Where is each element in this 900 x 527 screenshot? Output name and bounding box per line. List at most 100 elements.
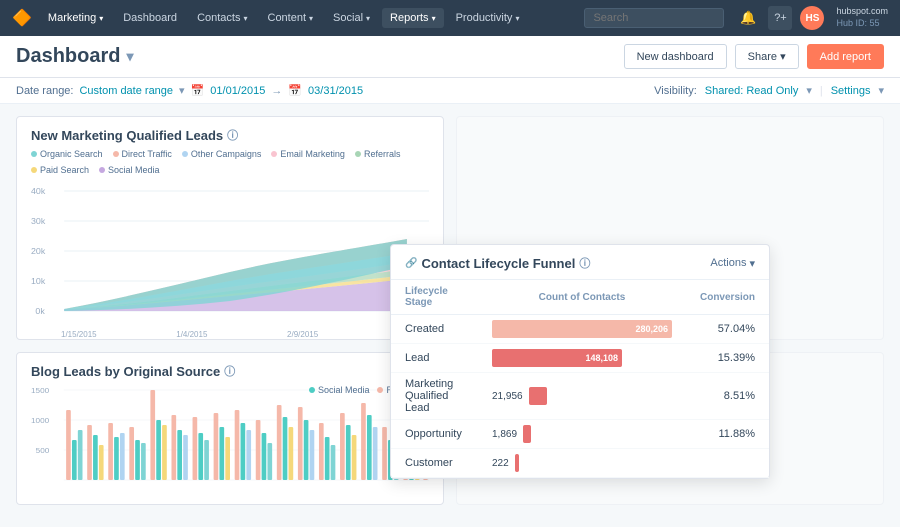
bar-cell: 1,869 bbox=[478, 420, 686, 449]
mql-legend: Organic Search Direct Traffic Other Camp… bbox=[17, 149, 443, 181]
social-caret-icon: ▾ bbox=[366, 14, 370, 23]
nav-item-social[interactable]: Social ▾ bbox=[325, 8, 378, 28]
date-range-label: Date range: bbox=[16, 85, 73, 97]
legend-direct: Direct Traffic bbox=[113, 149, 172, 159]
link-icon: 🔗 bbox=[405, 258, 417, 269]
settings-link[interactable]: Settings bbox=[831, 85, 871, 97]
reports-caret-icon: ▾ bbox=[432, 14, 436, 23]
page-title[interactable]: Dashboard ▾ bbox=[16, 45, 134, 68]
dashboard-caret-icon: ▾ bbox=[126, 48, 133, 65]
svg-text:500: 500 bbox=[36, 447, 50, 455]
blog-legend-social: Social Media bbox=[309, 385, 370, 395]
date-range-type[interactable]: Custom date range bbox=[79, 85, 173, 97]
header-actions: New dashboard Share ▾ Add report bbox=[624, 44, 884, 69]
stage-label: Lead bbox=[391, 344, 478, 373]
top-navigation: 🔶 Marketing ▾ Dashboard Contacts ▾ Conte… bbox=[0, 0, 900, 36]
visibility-label: Visibility: bbox=[654, 85, 697, 97]
paid-dot bbox=[31, 167, 37, 173]
funnel-bar bbox=[515, 454, 519, 472]
blog-social-dot bbox=[309, 387, 315, 393]
blog-card: Blog Leads by Original Source ⓘ Social M… bbox=[16, 352, 444, 505]
filter-right: Visibility: Shared: Read Only ▾ | Settin… bbox=[654, 84, 884, 97]
filter-arrow-icon: ▾ bbox=[179, 84, 185, 97]
actions-caret-icon: ▾ bbox=[749, 257, 755, 270]
legend-social: Social Media bbox=[99, 165, 160, 175]
bar-wrap: 148,108 bbox=[492, 349, 672, 367]
visibility-caret-icon: ▾ bbox=[806, 84, 812, 97]
dashboard-body: New Marketing Qualified Leads ⓘ Organic … bbox=[0, 104, 900, 517]
blog-referrals-dot bbox=[377, 387, 383, 393]
content-caret-icon: ▾ bbox=[309, 14, 313, 23]
bar-wrap: 21,956 bbox=[492, 387, 672, 405]
funnel-header: 🔗 Contact Lifecycle Funnel ⓘ Actions ▾ bbox=[391, 245, 769, 280]
col-count: Count of Contacts bbox=[478, 280, 686, 315]
other-dot bbox=[182, 151, 188, 157]
nav-item-content[interactable]: Content ▾ bbox=[260, 8, 322, 28]
avatar[interactable]: HS bbox=[800, 6, 824, 30]
add-report-button[interactable]: Add report bbox=[807, 44, 884, 69]
bar-cell: 148,108 bbox=[478, 344, 686, 373]
funnel-card: 🔗 Contact Lifecycle Funnel ⓘ Actions ▾ L… bbox=[390, 244, 770, 479]
funnel-table: Lifecycle Stage Count of Contacts Conver… bbox=[391, 280, 769, 478]
stage-label: Created bbox=[391, 315, 478, 344]
notifications-icon[interactable]: 🔔 bbox=[736, 6, 760, 30]
bar-cell: 280,206 bbox=[478, 315, 686, 344]
search-input[interactable] bbox=[584, 8, 724, 28]
referrals-dot bbox=[355, 151, 361, 157]
col-conversion: Conversion bbox=[686, 280, 769, 315]
visibility-value[interactable]: Shared: Read Only bbox=[705, 85, 799, 97]
funnel-info-icon[interactable]: ⓘ bbox=[579, 255, 590, 271]
mql-info-icon[interactable]: ⓘ bbox=[227, 127, 238, 143]
table-row: Created 280,206 57.04% bbox=[391, 315, 769, 344]
nav-icons-group: 🔔 ?+ HS hubspot.com Hub ID: 55 bbox=[736, 6, 888, 30]
table-row: Marketing Qualified Lead 21,956 8.51% bbox=[391, 373, 769, 420]
direct-dot bbox=[113, 151, 119, 157]
new-dashboard-button[interactable]: New dashboard bbox=[624, 44, 727, 69]
nav-item-contacts[interactable]: Contacts ▾ bbox=[189, 8, 255, 28]
conversion-value: 11.88% bbox=[686, 420, 769, 449]
nav-item-marketing[interactable]: Marketing ▾ bbox=[40, 8, 111, 28]
nav-item-reports[interactable]: Reports ▾ bbox=[382, 8, 444, 28]
productivity-caret-icon: ▾ bbox=[515, 14, 519, 23]
nav-item-productivity[interactable]: Productivity ▾ bbox=[448, 8, 528, 28]
svg-text:40k: 40k bbox=[31, 186, 46, 195]
bar-wrap: 222 bbox=[492, 454, 672, 472]
settings-caret-icon: ▾ bbox=[878, 84, 884, 97]
funnel-bar bbox=[523, 425, 531, 443]
col-stage: Lifecycle Stage bbox=[391, 280, 478, 315]
conversion-value bbox=[686, 449, 769, 478]
svg-text:30k: 30k bbox=[31, 216, 46, 225]
nav-item-dashboard[interactable]: Dashboard bbox=[115, 8, 185, 28]
legend-other: Other Campaigns bbox=[182, 149, 262, 159]
stage-label: Marketing Qualified Lead bbox=[391, 373, 478, 420]
legend-organic: Organic Search bbox=[31, 149, 103, 159]
filter-bar: Date range: Custom date range ▾ 📅 01/01/… bbox=[0, 78, 900, 104]
funnel-bar: 148,108 bbox=[492, 349, 622, 367]
blog-chart-svg: 1500 1000 500 bbox=[31, 385, 429, 495]
stage-label: Customer bbox=[391, 449, 478, 478]
table-row: Lead 148,108 15.39% bbox=[391, 344, 769, 373]
table-row: Customer 222 bbox=[391, 449, 769, 478]
funnel-bar: 280,206 bbox=[492, 320, 672, 338]
bar-wrap: 1,869 bbox=[492, 425, 672, 443]
mql-chart-svg: 40k 30k 20k 10k 0k bbox=[31, 181, 429, 331]
bar-cell: 222 bbox=[478, 449, 686, 478]
end-date[interactable]: 03/31/2015 bbox=[308, 85, 363, 97]
svg-text:1000: 1000 bbox=[31, 417, 49, 425]
start-date[interactable]: 01/01/2015 bbox=[210, 85, 265, 97]
contacts-caret-icon: ▾ bbox=[243, 14, 247, 23]
bar-wrap: 280,206 bbox=[492, 320, 672, 338]
help-icon[interactable]: ?+ bbox=[768, 6, 792, 30]
subheader: Dashboard ▾ New dashboard Share ▾ Add re… bbox=[0, 36, 900, 78]
svg-text:20k: 20k bbox=[31, 246, 46, 255]
organic-dot bbox=[31, 151, 37, 157]
funnel-title: 🔗 Contact Lifecycle Funnel ⓘ bbox=[405, 255, 590, 271]
logo-icon: 🔶 bbox=[12, 8, 32, 28]
blog-info-icon[interactable]: ⓘ bbox=[224, 363, 235, 379]
share-button[interactable]: Share ▾ bbox=[735, 44, 799, 69]
funnel-actions-button[interactable]: Actions ▾ bbox=[710, 257, 755, 270]
conversion-value: 15.39% bbox=[686, 344, 769, 373]
table-row: Opportunity 1,869 11.88% bbox=[391, 420, 769, 449]
email-dot bbox=[271, 151, 277, 157]
stage-label: Opportunity bbox=[391, 420, 478, 449]
